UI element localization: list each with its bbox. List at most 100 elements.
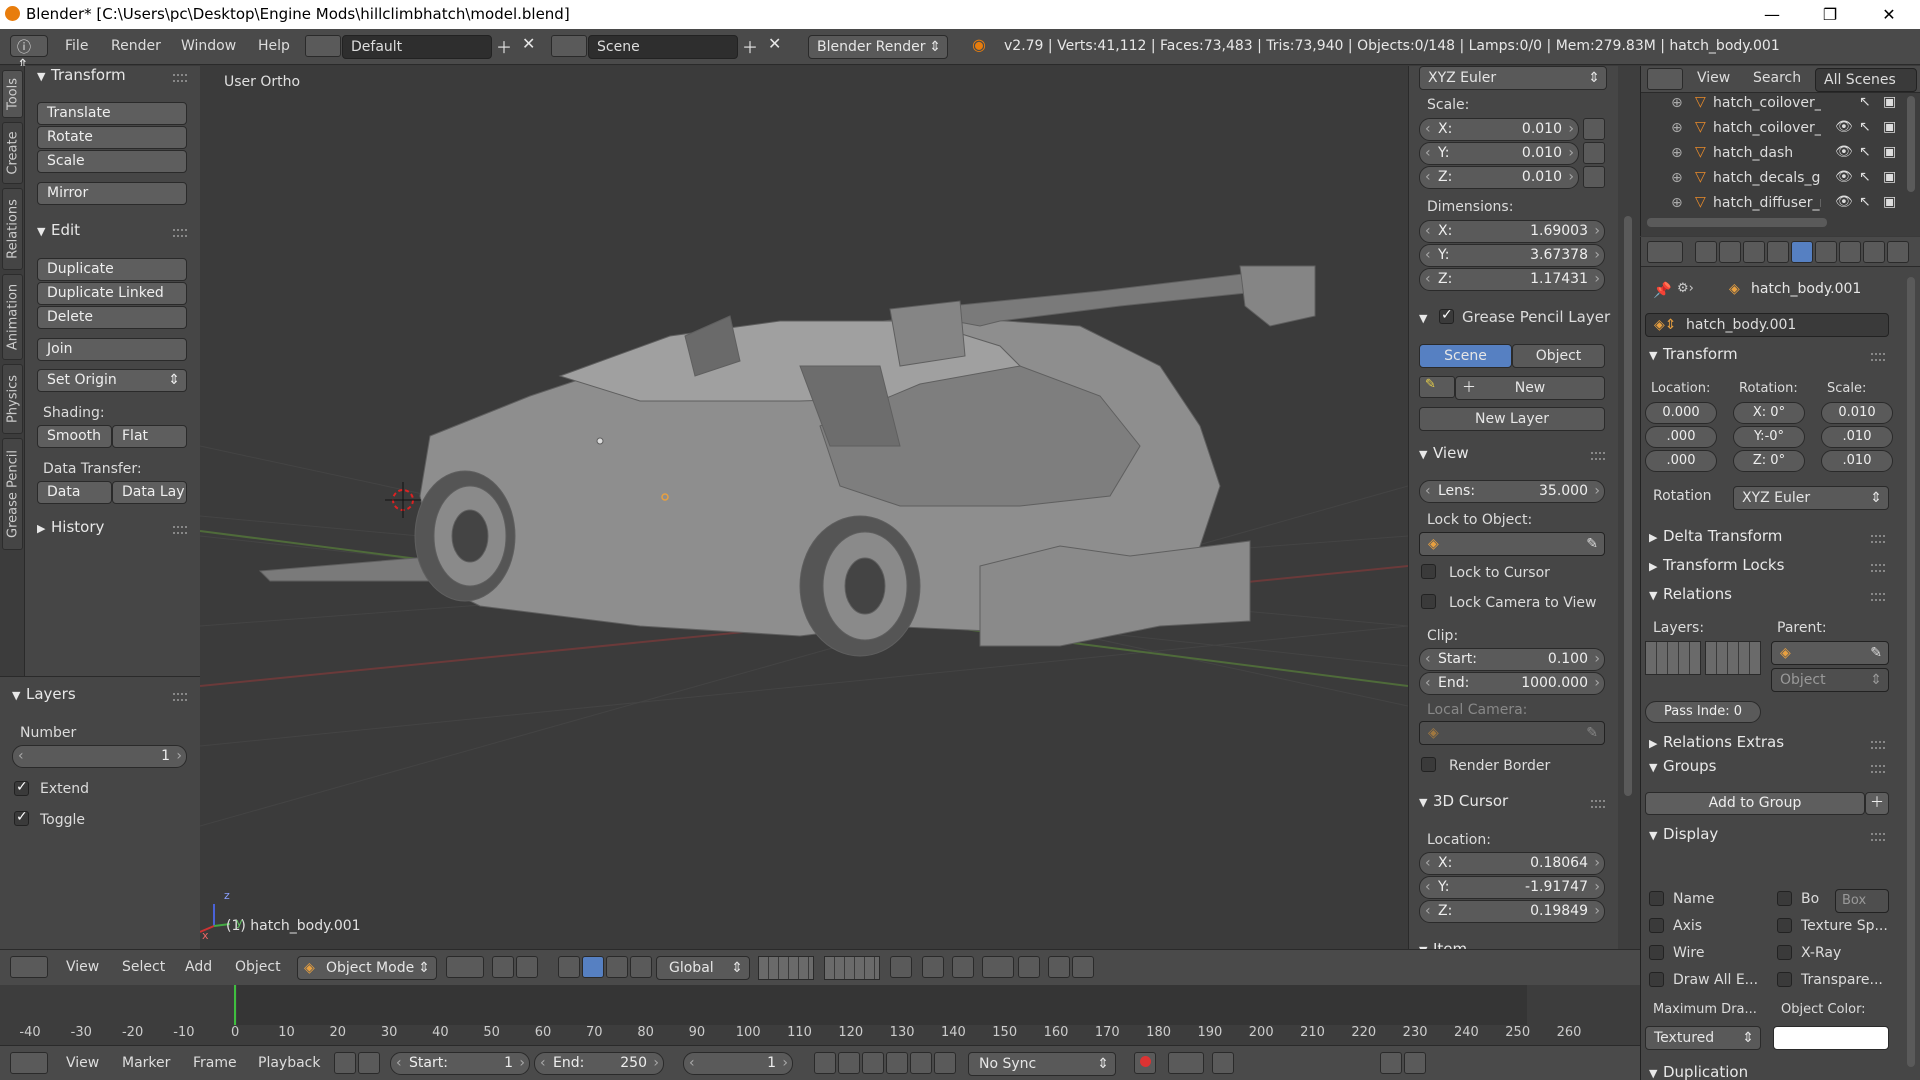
render-icon[interactable]: ▣ [1883, 119, 1896, 135]
dimension-z-field[interactable]: Z: 1.17431 [1419, 268, 1605, 291]
pass-index-field[interactable]: Pass Inde: 0 [1645, 701, 1761, 723]
opengl-animation-icon[interactable] [1072, 956, 1094, 978]
timeline-playback-menu[interactable]: Playback [258, 1055, 320, 1071]
bounds-type-dropdown[interactable]: Box [1835, 889, 1889, 913]
add-layout-icon[interactable]: ＋ [496, 34, 512, 58]
scene-layers-right[interactable] [824, 956, 880, 980]
scale-button[interactable]: Scale [37, 150, 187, 173]
join-button[interactable]: Join [37, 338, 187, 361]
display-axis-checkbox[interactable] [1649, 918, 1664, 933]
data-tab-icon[interactable] [1863, 241, 1885, 263]
minimize-button[interactable]: — [1743, 0, 1801, 29]
menu-render[interactable]: Render [111, 38, 161, 54]
panel-transform-locks-header[interactable]: ▶ Transform Locks [1649, 556, 1784, 574]
local-camera-field[interactable]: ◈ ✎ [1419, 721, 1605, 745]
display-texture-space-checkbox[interactable] [1777, 918, 1792, 933]
play-reverse-icon[interactable] [862, 1052, 884, 1074]
render-icon[interactable]: ▣ [1883, 144, 1896, 160]
keying-set-extra-icon[interactable] [1212, 1052, 1234, 1074]
display-draw-all-edges-checkbox[interactable] [1649, 972, 1664, 987]
interaction-mode-dropdown[interactable]: ◈ Object Mode ⇕ [297, 956, 437, 980]
delete-keyframe-icon[interactable] [1404, 1052, 1426, 1074]
frame-start-field[interactable]: Start: 1 [390, 1052, 530, 1075]
sync-mode-dropdown[interactable]: No Sync ⇕ [968, 1052, 1116, 1076]
outliner-row[interactable]: ⊕ ▽ hatch_coilover_R ↖ ▣ [1641, 92, 1903, 117]
snap-element-icon[interactable] [982, 956, 1014, 978]
render-icon[interactable]: ▣ [1883, 94, 1896, 110]
tab-tools[interactable]: Tools [2, 70, 23, 118]
delete-button[interactable]: Delete [37, 306, 187, 329]
properties-scrollbar[interactable] [1907, 277, 1915, 1067]
3d-viewport[interactable]: User Ortho (1) hatch_body.001 z y x [200, 66, 1408, 949]
lens-field[interactable]: Lens: 35.000 [1419, 480, 1605, 503]
menu-window[interactable]: Window [181, 38, 236, 54]
lock-scene-layers-icon[interactable] [890, 956, 912, 978]
timeline-marker-menu[interactable]: Marker [122, 1055, 170, 1071]
outliner-row[interactable]: ⊕ ▽ hatch_dash 👁 ↖ ▣ [1641, 142, 1903, 167]
layer-number-field[interactable]: 1 [12, 745, 187, 768]
cursor-select-icon[interactable]: ↖ [1859, 194, 1871, 210]
location-z-field[interactable]: .000 [1645, 450, 1717, 472]
duplicate-linked-button[interactable]: Duplicate Linked [37, 282, 187, 305]
outliner-row[interactable]: ⊕ ▽ hatch_coilover_R 👁 ↖ ▣ [1641, 117, 1903, 142]
rotation-x-field[interactable]: X: 0° [1733, 402, 1805, 424]
play-icon[interactable] [886, 1052, 908, 1074]
material-tab-icon[interactable] [1887, 241, 1909, 263]
render-engine-dropdown[interactable]: Blender Render ⇕ [808, 35, 948, 59]
object-menu[interactable]: Object [235, 959, 281, 975]
maximize-button[interactable]: ❐ [1801, 0, 1859, 29]
outliner-vertical-scrollbar[interactable] [1907, 96, 1915, 192]
outliner-search-menu[interactable]: Search [1753, 70, 1801, 86]
n-panel-scrollbar[interactable] [1618, 66, 1640, 949]
proportional-edit-icon[interactable] [922, 956, 944, 978]
jump-to-keyframe-back-icon[interactable] [838, 1052, 860, 1074]
pin-icon[interactable]: 📌 [1653, 281, 1672, 299]
panel-3d-cursor-header[interactable]: ▼ 3D Cursor [1419, 792, 1508, 810]
obj-rotation-mode-dropdown[interactable]: XYZ Euler ⇕ [1733, 486, 1889, 510]
render-tab-icon[interactable] [1695, 241, 1717, 263]
constraints-tab-icon[interactable] [1815, 241, 1837, 263]
timeline-frame-menu[interactable]: Frame [193, 1055, 237, 1071]
pivot-point-icon[interactable] [492, 956, 514, 978]
frame-end-field[interactable]: End: 250 [534, 1052, 664, 1075]
outliner-row[interactable]: ⊕▽hatch_decals_gau👁↖▣ [1641, 167, 1903, 192]
drag-handle-icon[interactable] [1591, 452, 1605, 460]
outliner-editor-icon[interactable] [1647, 68, 1683, 90]
select-menu[interactable]: Select [122, 959, 165, 975]
display-transparency-checkbox[interactable] [1777, 972, 1792, 987]
display-xray-checkbox[interactable] [1777, 945, 1792, 960]
lock-camera-checkbox[interactable] [1421, 594, 1436, 609]
current-frame-field[interactable]: 1 [683, 1052, 793, 1075]
insert-keyframe-icon[interactable] [1380, 1052, 1402, 1074]
translate-button[interactable]: Translate [37, 102, 187, 125]
world-tab-icon[interactable] [1767, 241, 1789, 263]
opengl-render-icon[interactable] [1048, 956, 1070, 978]
lock-scale-z-icon[interactable] [1583, 166, 1605, 188]
drag-handle-icon[interactable] [173, 74, 187, 82]
grease-pencil-enable-checkbox[interactable] [1439, 307, 1454, 324]
proportional-falloff-icon[interactable] [952, 956, 974, 978]
scale-z-field[interactable]: Z: 0.010 [1419, 166, 1579, 189]
close-button[interactable]: ✕ [1860, 0, 1918, 29]
lock-scale-x-icon[interactable] [1583, 118, 1605, 140]
display-wire-checkbox[interactable] [1649, 945, 1664, 960]
rotation-y-field[interactable]: Y:-0° [1733, 426, 1805, 448]
panel-grease-pencil-header[interactable]: ▼ [1419, 308, 1433, 326]
editor-type-3d-view-icon[interactable] [10, 956, 48, 978]
panel-layers-header[interactable]: ▼ Layers [12, 685, 76, 703]
panel-duplication-header[interactable]: ▼ Duplication [1649, 1063, 1748, 1080]
editor-type-timeline-icon[interactable] [10, 1052, 48, 1074]
modifiers-tab-icon[interactable] [1839, 241, 1861, 263]
tab-grease-pencil[interactable]: Grease Pencil [2, 438, 23, 550]
rotate-button[interactable]: Rotate [37, 126, 187, 149]
panel-item-header[interactable]: ▼Item [1419, 940, 1467, 949]
scene-layers-left[interactable] [758, 956, 814, 980]
drag-handle-icon[interactable] [1871, 593, 1885, 601]
render-icon[interactable]: ▣ [1883, 169, 1896, 185]
dimension-y-field[interactable]: Y: 3.67378 [1419, 244, 1605, 267]
panel-transform-header[interactable]: ▼ Transform [37, 66, 126, 84]
drag-handle-icon[interactable] [1871, 564, 1885, 572]
add-to-group-button[interactable]: Add to Group [1645, 792, 1865, 815]
clip-end-field[interactable]: End: 1000.000 [1419, 672, 1605, 695]
parent-type-dropdown[interactable]: Object ⇕ [1771, 668, 1889, 692]
